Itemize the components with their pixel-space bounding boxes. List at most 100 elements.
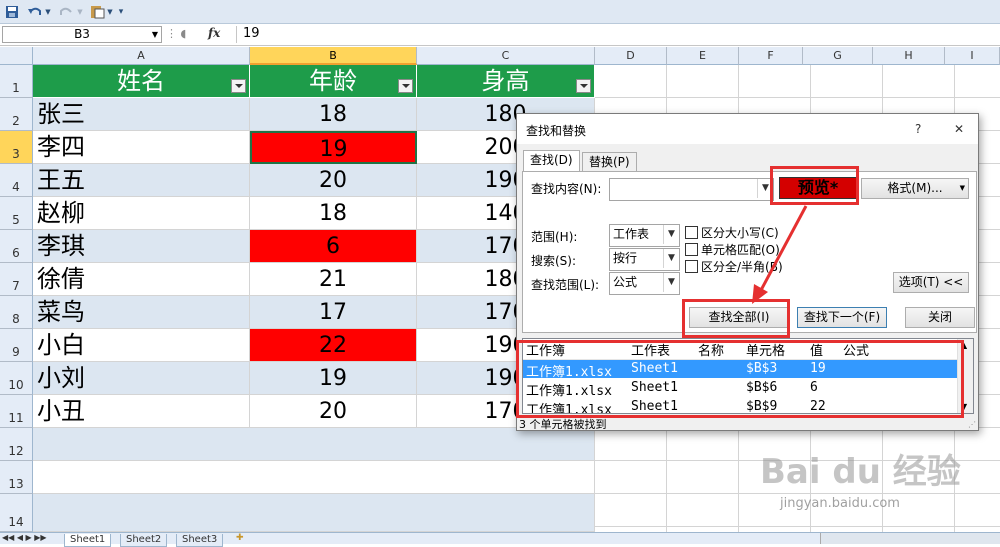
row-header[interactable]: 7 — [0, 263, 33, 296]
chevron-down-icon: ▼ — [959, 184, 965, 192]
filter-dropdown-icon[interactable] — [398, 79, 413, 93]
paste-dropdown-icon[interactable]: ▼ — [106, 3, 114, 20]
dialog-titlebar[interactable]: 查找和替换 ? ✕ — [517, 114, 978, 144]
help-icon[interactable]: ? — [915, 122, 921, 136]
annotation-arrow-icon — [752, 205, 808, 304]
table-header-age[interactable]: 年龄 — [250, 65, 417, 98]
row-header[interactable]: 10 — [0, 362, 33, 395]
table-cell-name[interactable]: 小刘 — [33, 362, 250, 395]
look-in-select[interactable]: 公式 ▼ — [609, 272, 680, 295]
table-cell-name[interactable]: 徐倩 — [33, 263, 250, 296]
active-cell-b3[interactable]: 19 — [250, 131, 417, 164]
row-header[interactable]: 5 — [0, 197, 33, 230]
table-cell-name[interactable]: 张三 — [33, 98, 250, 131]
chevron-down-icon[interactable]: ▼ — [663, 249, 679, 268]
tab-sheet2[interactable]: Sheet2 — [120, 534, 168, 547]
column-header-i[interactable]: I — [945, 47, 1000, 65]
column-header-a[interactable]: A — [33, 47, 250, 65]
look-in-label: 查找范围(L): — [531, 278, 600, 292]
find-next-button[interactable]: 查找下一个(F) — [797, 307, 887, 328]
column-header-c[interactable]: C — [417, 47, 595, 65]
search-order-select[interactable]: 按行 ▼ — [609, 248, 680, 271]
insert-sheet-icon[interactable]: ✚ — [236, 533, 244, 543]
find-what-input[interactable]: ▼ — [609, 178, 774, 201]
column-header-h[interactable]: H — [873, 47, 945, 65]
horizontal-scrollbar[interactable] — [820, 533, 1000, 544]
format-button[interactable]: 格式(M)... ▼ — [861, 178, 969, 199]
empty-row[interactable] — [33, 461, 595, 494]
watermark-url: jingyan.baidu.com — [780, 496, 900, 511]
tab-sheet1[interactable]: Sheet1 — [64, 534, 112, 547]
row-header[interactable]: 14 — [0, 494, 33, 532]
annotation-results-box — [516, 340, 964, 418]
column-header-e[interactable]: E — [667, 47, 739, 65]
tab-scroll-arrows-icon[interactable]: ◀◀ ◀ ▶ ▶▶ — [2, 533, 47, 542]
table-cell-age[interactable]: 18 — [250, 98, 417, 131]
table-cell-name[interactable]: 小丑 — [33, 395, 250, 428]
row-header[interactable]: 13 — [0, 461, 33, 494]
row-header[interactable]: 4 — [0, 164, 33, 197]
sheet-tab-bar: ◀◀ ◀ ▶ ▶▶ Sheet1 Sheet2 Sheet3 ✚ — [0, 532, 1000, 547]
dialog-title: 查找和替换 — [526, 124, 587, 138]
table-cell-age[interactable]: 6 — [250, 230, 417, 263]
table-cell-age[interactable]: 22 — [250, 329, 417, 362]
table-cell-age[interactable]: 18 — [250, 197, 417, 230]
formula-bar-splitter[interactable]: ⋮ ◖ — [166, 26, 202, 43]
chevron-down-icon[interactable]: ▼ — [663, 225, 679, 244]
row-header[interactable]: 6 — [0, 230, 33, 263]
undo-dropdown-icon[interactable]: ▼ — [44, 3, 52, 20]
search-order-label: 搜索(S): — [531, 254, 577, 268]
table-cell-age[interactable]: 17 — [250, 296, 417, 329]
table-cell-name[interactable]: 王五 — [33, 164, 250, 197]
chevron-down-icon[interactable]: ▼ — [152, 27, 158, 42]
redo-dropdown-icon[interactable]: ▼ — [76, 3, 84, 20]
quick-access-toolbar: ▼ ▼ ▼ ▾ — [0, 0, 1000, 24]
row-header[interactable]: 3 — [0, 131, 33, 164]
filter-dropdown-icon[interactable] — [576, 79, 591, 93]
tab-replace[interactable]: 替换(P) — [582, 152, 637, 172]
column-header-d[interactable]: D — [595, 47, 667, 65]
close-button[interactable]: 关闭 — [905, 307, 975, 328]
column-header-g[interactable]: G — [803, 47, 873, 65]
table-cell-name[interactable]: 李琪 — [33, 230, 250, 263]
table-cell-age[interactable]: 20 — [250, 164, 417, 197]
options-button[interactable]: 选项(T) << — [893, 272, 969, 293]
table-cell-name[interactable]: 赵柳 — [33, 197, 250, 230]
column-header-f[interactable]: F — [739, 47, 803, 65]
customize-toolbar-icon[interactable]: ▾ — [116, 3, 126, 20]
table-cell-name[interactable]: 小白 — [33, 329, 250, 362]
row-header[interactable]: 2 — [0, 98, 33, 131]
table-cell-name[interactable]: 菜鸟 — [33, 296, 250, 329]
column-header-b[interactable]: B — [250, 47, 417, 65]
close-icon[interactable]: ✕ — [954, 122, 964, 136]
row-header[interactable]: 1 — [0, 65, 33, 98]
table-header-height[interactable]: 身高 — [417, 65, 595, 98]
row-header[interactable]: 11 — [0, 395, 33, 428]
table-cell-name[interactable]: 李四 — [33, 131, 250, 164]
table-cell-age[interactable]: 20 — [250, 395, 417, 428]
table-header-name[interactable]: 姓名 — [33, 65, 250, 98]
select-all-corner[interactable] — [0, 47, 33, 65]
name-box[interactable]: B3 ▼ — [2, 26, 162, 43]
formula-bar: B3 ▼ ⋮ ◖ fx 19 — [0, 24, 1000, 46]
row-header[interactable]: 9 — [0, 329, 33, 362]
row-header[interactable]: 12 — [0, 428, 33, 461]
redo-icon[interactable] — [58, 3, 74, 20]
tab-find[interactable]: 查找(D) — [523, 150, 580, 172]
save-icon[interactable] — [4, 3, 20, 20]
table-cell-age[interactable]: 19 — [250, 362, 417, 395]
formula-input[interactable]: 19 — [236, 26, 996, 43]
paste-icon[interactable] — [88, 3, 106, 20]
empty-row[interactable] — [33, 428, 595, 461]
undo-icon[interactable] — [26, 3, 44, 20]
table-cell-age[interactable]: 21 — [250, 263, 417, 296]
insert-function-icon[interactable]: fx — [208, 26, 232, 43]
resize-grip-icon[interactable]: ⋰ — [968, 420, 976, 429]
chevron-down-icon[interactable]: ▼ — [663, 273, 679, 292]
scope-select[interactable]: 工作表 ▼ — [609, 224, 680, 247]
empty-row[interactable] — [33, 494, 595, 532]
filter-dropdown-icon[interactable] — [231, 79, 246, 93]
row-header[interactable]: 8 — [0, 296, 33, 329]
watermark-logo: Bai du 经验 — [760, 452, 961, 492]
tab-sheet3[interactable]: Sheet3 — [176, 534, 224, 547]
